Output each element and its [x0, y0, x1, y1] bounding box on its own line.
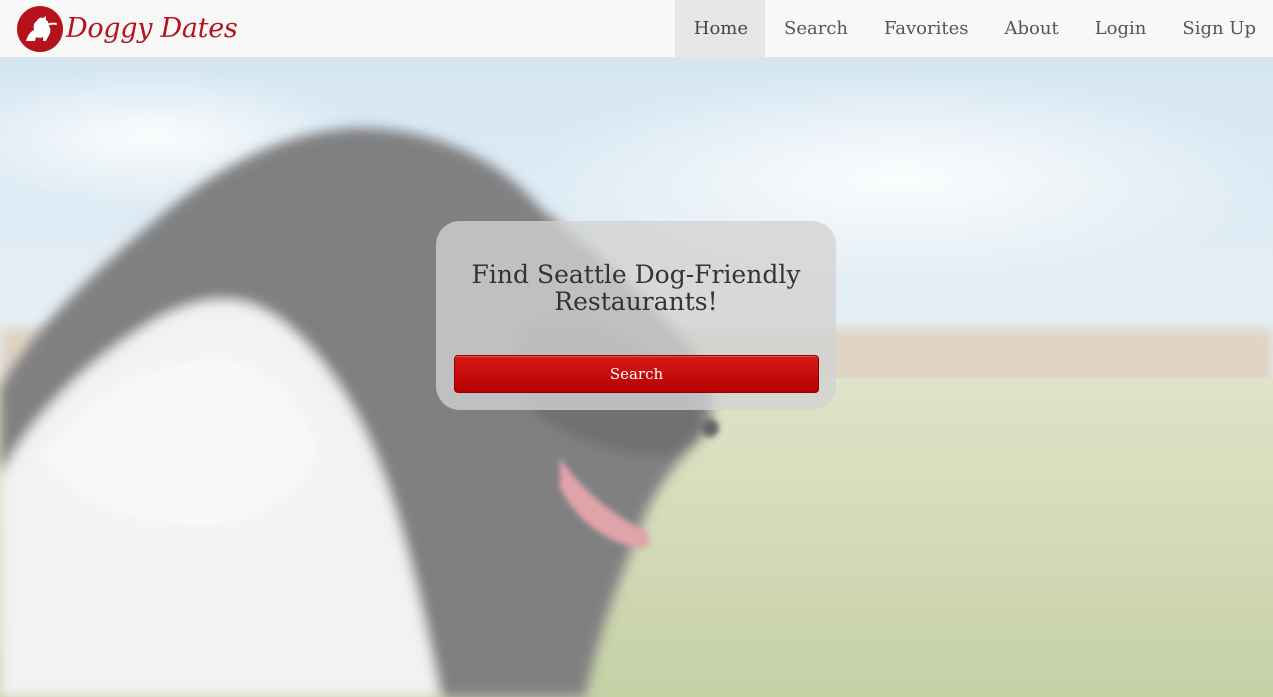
- hero-title: Find Seattle Dog-Friendly Restaurants!: [471, 260, 801, 316]
- main-nav: Home Search Favorites About Login Sign U…: [674, 0, 1273, 57]
- brand-link[interactable]: Doggy Dates: [16, 5, 238, 53]
- nav-item-search[interactable]: Search: [765, 0, 865, 57]
- nav-item-home[interactable]: Home: [674, 0, 766, 57]
- search-card: Find Seattle Dog-Friendly Restaurants! S…: [436, 221, 836, 410]
- dog-silhouette-logo-icon: [17, 6, 63, 52]
- hero-section: Find Seattle Dog-Friendly Restaurants! S…: [0, 58, 1273, 697]
- nav-item-favorites[interactable]: Favorites: [865, 0, 986, 57]
- nav-item-about[interactable]: About: [986, 0, 1076, 57]
- navbar: Doggy Dates Home Search Favorites About …: [0, 0, 1273, 58]
- nav-item-sign-up[interactable]: Sign Up: [1163, 0, 1273, 57]
- nav-item-login[interactable]: Login: [1076, 0, 1164, 57]
- brand-name: Doggy Dates: [66, 13, 238, 44]
- search-button[interactable]: Search: [454, 355, 819, 393]
